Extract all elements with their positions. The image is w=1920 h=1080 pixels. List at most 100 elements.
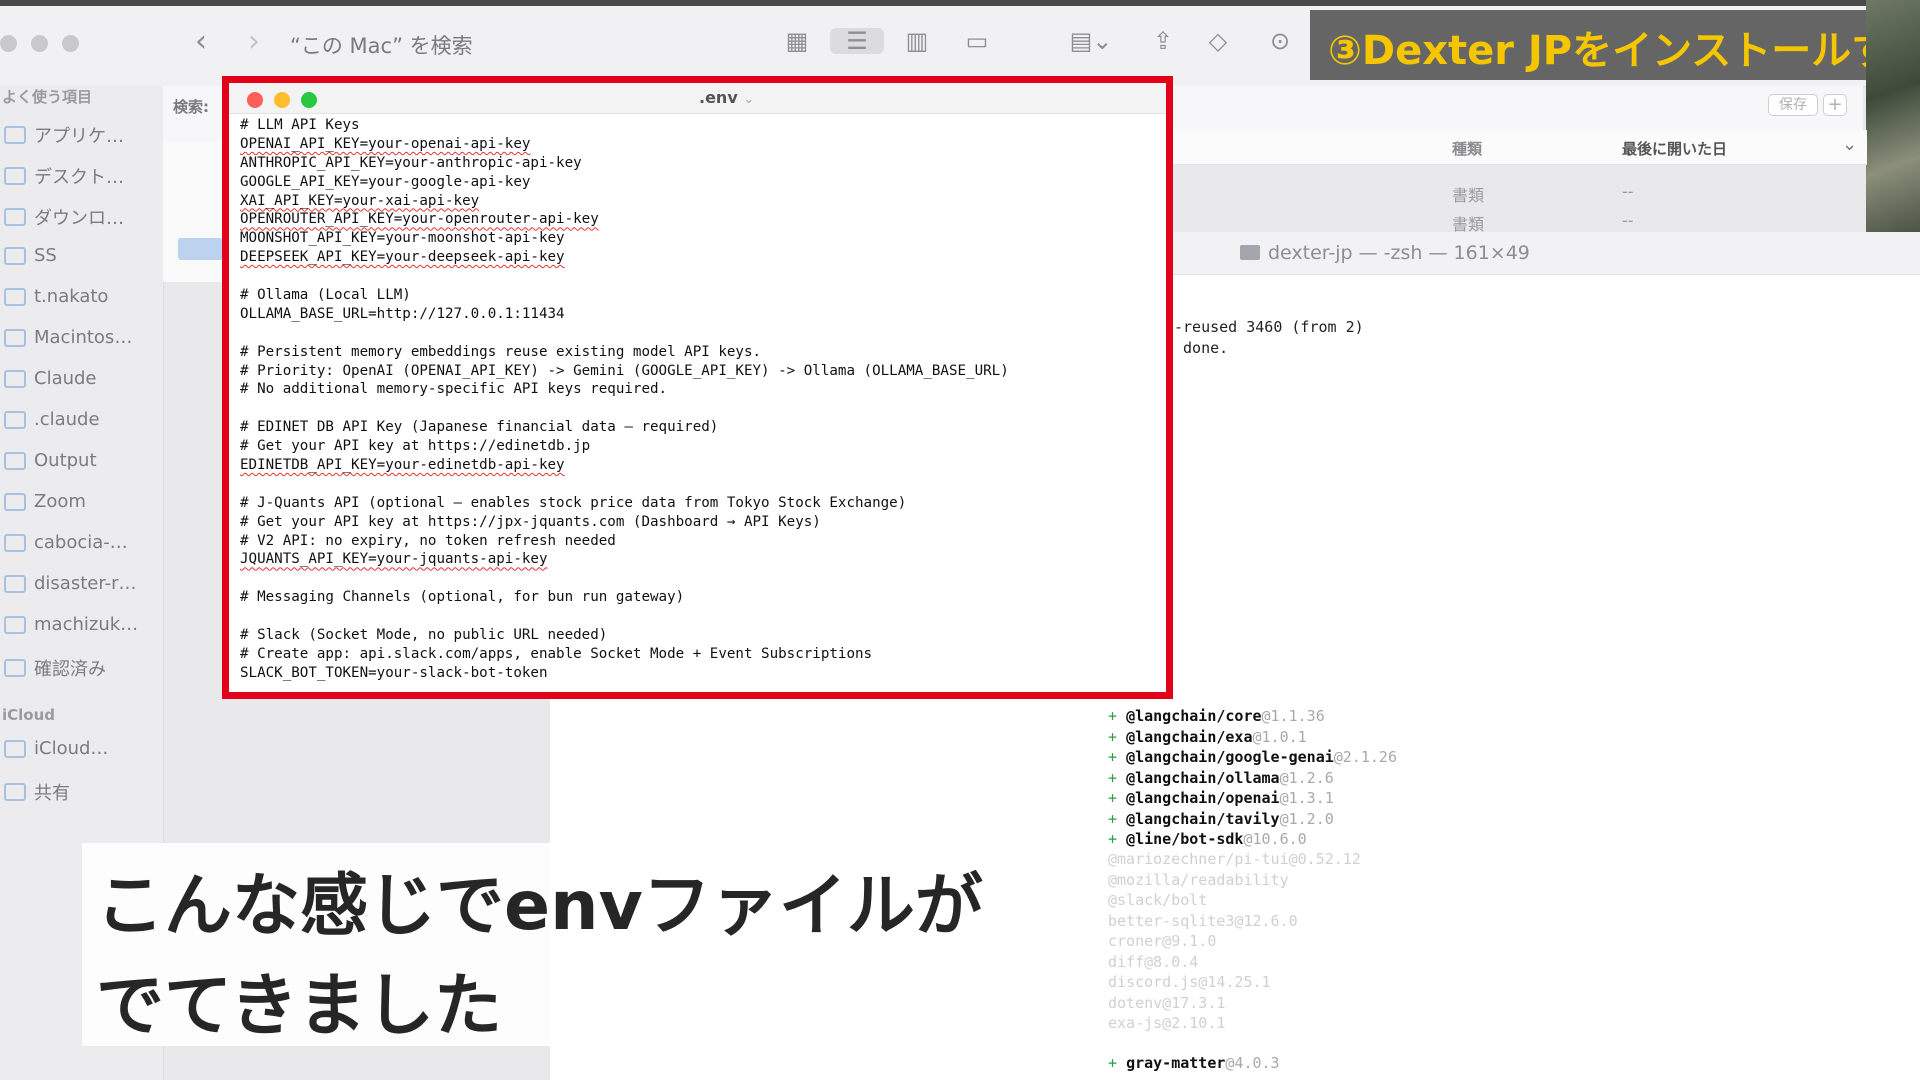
chevron-down-icon: ⌄	[743, 92, 755, 107]
folder-icon	[4, 246, 26, 265]
package-line-faded: diff@8.0.4	[1108, 952, 1199, 971]
subtitle-line-2: でてきました	[96, 967, 502, 1046]
folder-icon	[4, 659, 26, 677]
column-last-opened[interactable]: 最後に開いた日	[1622, 138, 1727, 159]
share-icon[interactable]: ⇪	[1148, 28, 1178, 54]
row-date: --	[1622, 211, 1634, 230]
sidebar-item-label: Output	[34, 450, 97, 471]
sidebar-item[interactable]: Claude	[4, 368, 97, 389]
folder-icon	[4, 451, 26, 470]
minimize-button[interactable]	[274, 92, 290, 108]
sidebar-item[interactable]: disaster-r…	[4, 573, 137, 594]
package-line-faded: discord.js@14.25.1	[1108, 973, 1271, 991]
chevron-down-icon[interactable]: ⌄	[1842, 134, 1857, 155]
zoom-button[interactable]	[62, 35, 79, 52]
save-search-button[interactable]: 保存	[1768, 94, 1818, 116]
sidebar-item-icloud[interactable]: iCloud…	[4, 738, 108, 759]
code-line: # LLM API Keys	[240, 117, 360, 133]
sidebar-item-label: disaster-r…	[34, 573, 137, 594]
table-row[interactable]: 書類 --	[1170, 178, 1867, 206]
minimize-button[interactable]	[31, 35, 48, 52]
step-banner: ③Dexter JPをインストールする	[1310, 10, 1920, 80]
plus-icon: +	[1108, 727, 1127, 746]
terminal-title-text: dexter-jp — -zsh — 161×49	[1268, 242, 1530, 264]
sidebar-item-label: iCloud…	[34, 738, 109, 759]
editor-title-text: .env	[699, 88, 738, 107]
folder-icon	[4, 492, 26, 511]
sidebar-item[interactable]: t.nakato	[4, 286, 108, 307]
gallery-view-icon[interactable]: ▭	[962, 28, 992, 54]
package-line: + @langchain/exa@1.0.1	[1108, 728, 1307, 746]
package-line-faded: croner@9.1.0	[1108, 932, 1217, 950]
plus-icon: +	[1108, 830, 1127, 848]
code-line: # Priority: OpenAI (OPENAI_API_KEY) -> G…	[240, 362, 1009, 379]
code-line: # Get your API key at https://edinetdb.j…	[240, 438, 591, 455]
code-line: # Create app: api.slack.com/apps, enable…	[240, 645, 873, 662]
folder-icon[interactable]	[178, 238, 223, 260]
list-view-icon[interactable]: ☰	[830, 28, 884, 54]
package-line: + @langchain/openai@1.3.1	[1108, 789, 1334, 807]
tag-icon[interactable]: ◇	[1203, 28, 1233, 54]
folder-icon	[4, 126, 26, 144]
close-button[interactable]	[247, 92, 263, 108]
code-line: ANTHROPIC_API_KEY=your-anthropic-api-key	[240, 154, 582, 171]
package-name: gray-matter	[1126, 1054, 1226, 1072]
sidebar-item-label: t.nakato	[34, 286, 109, 307]
sidebar-item-label: Claude	[34, 368, 97, 389]
package-version: @4.0.3	[1225, 1054, 1280, 1072]
forward-icon[interactable]: ›	[248, 24, 260, 59]
sidebar-item[interactable]: cabocia-…	[4, 532, 128, 553]
editor-text-area[interactable]: # LLM API Keys OPENAI_API_KEY=your-openai…	[240, 116, 1160, 696]
icon-view-icon[interactable]: ▦	[782, 28, 812, 54]
cloud-icon	[4, 783, 26, 801]
sidebar-item[interactable]: Output	[4, 450, 97, 471]
column-view-icon[interactable]: ▥	[902, 28, 932, 54]
add-criteria-button[interactable]: +	[1823, 94, 1847, 116]
sidebar-item[interactable]: Macintos…	[4, 327, 132, 348]
folder-icon	[4, 410, 26, 429]
code-line: # Messaging Channels (optional, for bun …	[240, 589, 685, 606]
sidebar-item-label: cabocia-…	[34, 532, 128, 553]
code-line: # Get your API key at https://jpx-jquant…	[240, 513, 821, 530]
more-icon[interactable]: ⊙	[1265, 28, 1295, 54]
folder-icon	[4, 167, 26, 185]
code-line: MOONSHOT_API_KEY=your-moonshot-api-key	[240, 230, 565, 247]
zoom-button[interactable]	[301, 92, 317, 108]
package-name: @langchain/exa	[1126, 727, 1253, 746]
sidebar-item[interactable]: SS	[4, 245, 57, 266]
sidebar-item[interactable]: .claude	[4, 409, 100, 430]
plus-icon: +	[1108, 789, 1127, 807]
package-line-faded: @mozilla/readability	[1108, 870, 1289, 889]
sidebar-item[interactable]: デスクト…	[4, 163, 124, 189]
env-editor-window[interactable]: .env ⌄ # LLM API Keys OPENAI_API_KEY=your…	[222, 76, 1173, 699]
package-line-faded: dotenv@17.3.1	[1108, 993, 1226, 1012]
code-line: XAI_API_KEY=your-xai-api-key	[240, 192, 480, 209]
package-line: + gray-matter@4.0.3	[1108, 1054, 1280, 1072]
sidebar-item[interactable]: ダウンロ…	[4, 204, 124, 230]
sidebar-item[interactable]: アプリケ…	[4, 122, 124, 148]
code-line: # EDINET DB API Key (Japanese financial …	[240, 419, 719, 436]
back-icon[interactable]: ‹	[195, 24, 207, 59]
folder-icon	[4, 287, 26, 306]
row-date: --	[1622, 182, 1634, 201]
column-kind[interactable]: 種類	[1452, 138, 1482, 159]
table-row[interactable]: 書類 --	[1170, 207, 1867, 235]
package-name: @langchain/tavily	[1126, 809, 1280, 828]
group-icon[interactable]: ▤⌄	[1066, 28, 1116, 54]
package-name: @langchain/core	[1126, 707, 1262, 725]
sidebar-item[interactable]: machizuk…	[4, 614, 138, 635]
code-line: EDINETDB_API_KEY=your-edinetdb-api-key	[240, 457, 565, 474]
sidebar-item[interactable]: Zoom	[4, 491, 86, 512]
terminal-title: dexter-jp — -zsh — 161×49	[1240, 242, 1530, 264]
code-line: OLLAMA_BASE_URL=http://127.0.0.1:11434	[240, 305, 565, 322]
package-line-faded: exa-js@2.10.1	[1108, 1014, 1226, 1032]
sidebar-item-icloud[interactable]: 共有	[4, 779, 70, 805]
editor-title[interactable]: .env ⌄	[699, 88, 754, 107]
package-name: @langchain/ollama	[1126, 768, 1280, 787]
sidebar-item[interactable]: 確認済み	[4, 655, 106, 681]
code-line: DEEPSEEK_API_KEY=your-deepseek-api-key	[240, 249, 565, 266]
folder-icon	[1240, 245, 1260, 260]
close-button[interactable]	[0, 35, 17, 52]
code-line: GOOGLE_API_KEY=your-google-api-key	[240, 173, 531, 190]
